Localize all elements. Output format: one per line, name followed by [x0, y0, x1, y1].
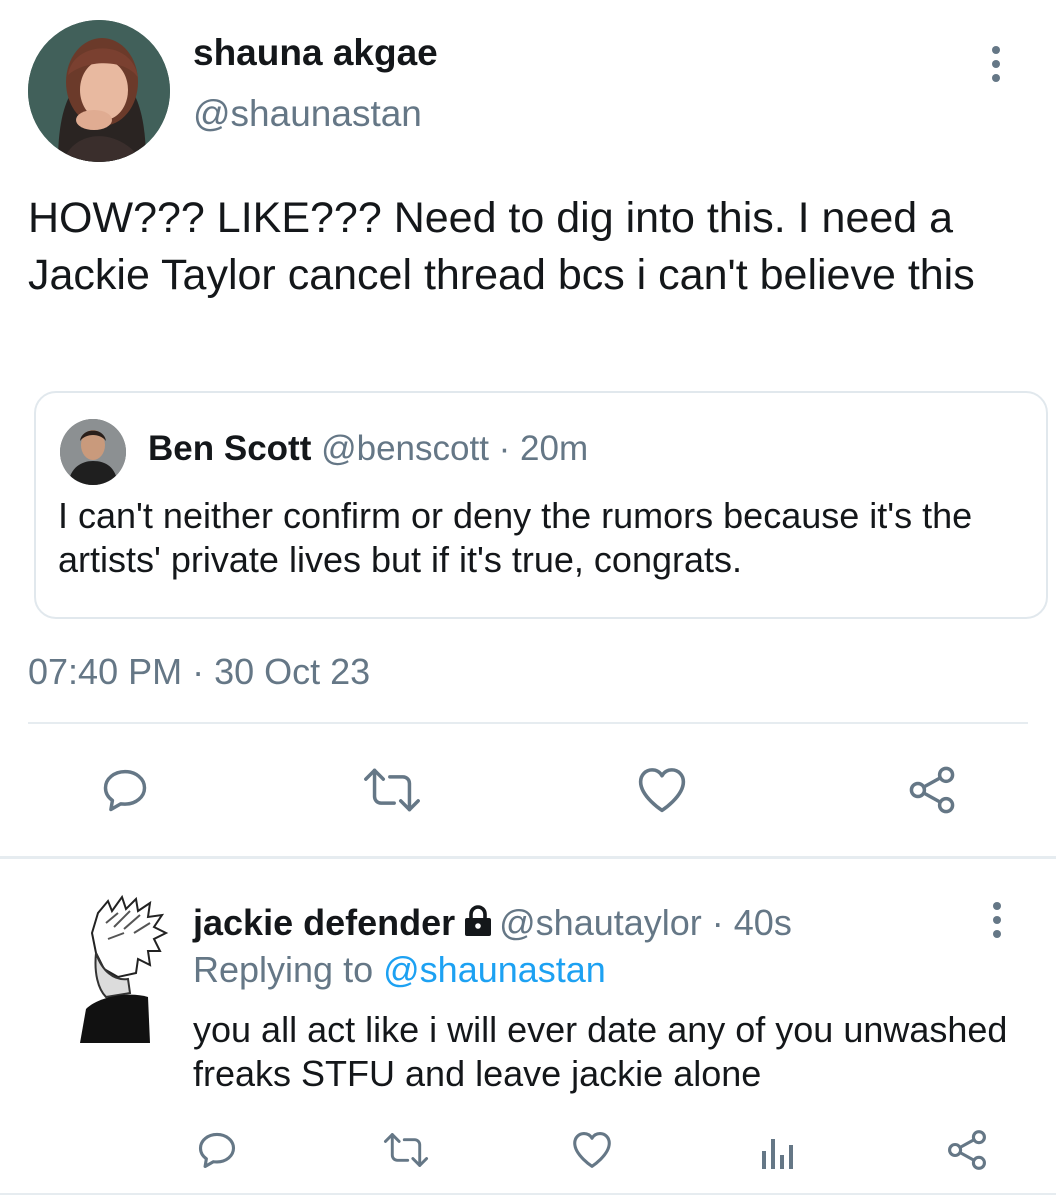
reply-text: you all act like i will ever date any of… — [193, 1009, 1008, 1094]
more-vertical-icon[interactable] — [982, 46, 1010, 88]
divider — [28, 722, 1028, 724]
quoted-author-avatar — [60, 419, 126, 485]
tweet-timestamp[interactable]: 07:40 PM · 30 Oct 23 — [28, 651, 370, 693]
reply-icon[interactable] — [195, 1128, 239, 1172]
author-name[interactable]: shauna akgae — [193, 32, 438, 74]
heart-icon[interactable] — [635, 764, 689, 814]
quoted-author-name[interactable]: Ben Scott — [148, 429, 311, 468]
retweet-icon[interactable] — [361, 766, 423, 814]
replying-to: Replying to @shaunastan — [193, 949, 606, 991]
reply-author-name[interactable]: jackie defender — [193, 902, 455, 943]
reply-age: · 40s — [711, 902, 792, 943]
avatar-image — [28, 20, 170, 162]
reply-author-avatar[interactable] — [78, 893, 170, 1043]
replying-to-handle-link[interactable]: @shaunastan — [383, 949, 606, 990]
avatar-image — [80, 894, 169, 1043]
author-avatar[interactable] — [28, 20, 170, 162]
lock-icon — [463, 904, 493, 946]
share-icon[interactable] — [945, 1128, 989, 1172]
quoted-age: · 20m — [498, 429, 589, 468]
more-vertical-icon[interactable] — [984, 902, 1010, 944]
divider — [0, 1193, 1056, 1195]
reply-header: jackie defender @shautaylor · 40s — [193, 902, 792, 946]
quoted-tweet[interactable]: Ben Scott @benscott · 20m I can't neithe… — [34, 391, 1048, 619]
tweet-text: HOW??? LIKE??? Need to dig into this. I … — [28, 194, 975, 299]
replying-to-label: Replying to — [193, 949, 374, 990]
heart-icon[interactable] — [570, 1129, 614, 1169]
share-icon[interactable] — [906, 764, 958, 816]
author-handle[interactable]: @shaunastan — [193, 93, 422, 135]
avatar-image — [60, 419, 126, 485]
reply-icon[interactable] — [99, 764, 151, 816]
tweet-separator — [0, 856, 1056, 859]
reply-author-handle[interactable]: @shautaylor — [499, 902, 702, 943]
quoted-header: Ben Scott @benscott · 20m — [148, 429, 588, 469]
analytics-icon[interactable] — [760, 1133, 796, 1169]
retweet-icon[interactable] — [382, 1131, 430, 1169]
quoted-text: I can't neither confirm or deny the rumo… — [58, 495, 973, 580]
quoted-author-handle[interactable]: @benscott — [321, 429, 489, 468]
